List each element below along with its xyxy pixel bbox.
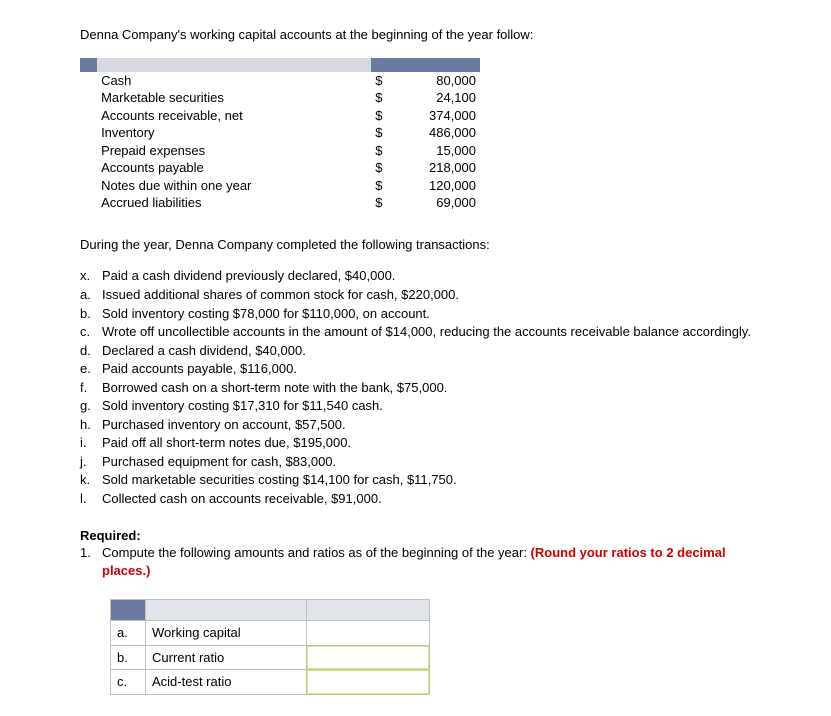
transaction-text: Purchased equipment for cash, $83,000. (102, 453, 751, 471)
accounts-row: Accounts payable$218,000 (80, 159, 480, 177)
currency-sign: $ (371, 159, 385, 177)
currency-sign: $ (371, 89, 385, 107)
account-value: 15,000 (384, 142, 480, 160)
transaction-text: Paid accounts payable, $116,000. (102, 360, 751, 378)
accounts-row: Accounts receivable, net$374,000 (80, 107, 480, 125)
accounts-row: Inventory$486,000 (80, 124, 480, 142)
account-value: 24,100 (384, 89, 480, 107)
list-bullet: k. (80, 471, 102, 489)
account-value: 80,000 (384, 72, 480, 90)
account-label: Cash (97, 72, 371, 90)
transaction-text: Sold inventory costing $17,310 for $11,5… (102, 397, 751, 415)
currency-sign: $ (371, 107, 385, 125)
account-label: Inventory (97, 124, 371, 142)
list-bullet: 1. (80, 544, 102, 579)
required-text: Compute the following amounts and ratios… (102, 544, 751, 579)
transaction-item: c.Wrote off uncollectible accounts in th… (80, 323, 751, 342)
required-heading: Required: (80, 527, 751, 545)
transaction-item: f.Borrowed cash on a short-term note wit… (80, 379, 751, 398)
account-label: Accounts payable (97, 159, 371, 177)
currency-sign: $ (371, 177, 385, 195)
list-bullet: f. (80, 379, 102, 397)
account-value: 218,000 (384, 159, 480, 177)
list-bullet: d. (80, 342, 102, 360)
answer-label: Current ratio (146, 645, 307, 670)
answer-label: Acid-test ratio (146, 670, 307, 695)
list-bullet: g. (80, 397, 102, 415)
transaction-item: h.Purchased inventory on account, $57,50… (80, 416, 751, 435)
currency-sign: $ (371, 72, 385, 90)
transaction-text: Collected cash on accounts receivable, $… (102, 490, 751, 508)
transaction-item: b.Sold inventory costing $78,000 for $11… (80, 305, 751, 324)
accounts-row: Marketable securities$24,100 (80, 89, 480, 107)
required-item: 1. Compute the following amounts and rat… (80, 544, 751, 579)
list-bullet: x. (80, 267, 102, 285)
answer-letter: c. (111, 670, 146, 695)
answer-header-bar (111, 600, 430, 621)
account-value: 374,000 (384, 107, 480, 125)
accounts-row: Prepaid expenses$15,000 (80, 142, 480, 160)
transaction-item: a.Issued additional shares of common sto… (80, 286, 751, 305)
transaction-text: Paid off all short-term notes due, $195,… (102, 434, 751, 452)
currency-sign: $ (371, 142, 385, 160)
required-list: 1. Compute the following amounts and rat… (80, 544, 751, 579)
currency-sign: $ (371, 124, 385, 142)
transaction-text: Sold inventory costing $78,000 for $110,… (102, 305, 751, 323)
list-bullet: e. (80, 360, 102, 378)
answer-row: c. Acid-test ratio (111, 670, 430, 695)
working-capital-input[interactable] (307, 621, 430, 646)
accounts-row: Notes due within one year$120,000 (80, 177, 480, 195)
accounts-row: Accrued liabilities$69,000 (80, 194, 480, 212)
transaction-item: i.Paid off all short-term notes due, $19… (80, 434, 751, 453)
account-label: Prepaid expenses (97, 142, 371, 160)
accounts-table: Cash$80,000 Marketable securities$24,100… (80, 58, 480, 212)
transaction-item: e.Paid accounts payable, $116,000. (80, 360, 751, 379)
transaction-text: Wrote off uncollectible accounts in the … (102, 323, 751, 341)
answer-letter: a. (111, 621, 146, 646)
account-value: 486,000 (384, 124, 480, 142)
list-bullet: i. (80, 434, 102, 452)
answer-label: Working capital (146, 621, 307, 646)
answer-table: a. Working capital b. Current ratio c. A… (110, 599, 430, 695)
transactions-intro: During the year, Denna Company completed… (80, 236, 751, 254)
transaction-text: Borrowed cash on a short-term note with … (102, 379, 751, 397)
account-label: Accounts receivable, net (97, 107, 371, 125)
transaction-text: Issued additional shares of common stock… (102, 286, 751, 304)
list-bullet: l. (80, 490, 102, 508)
account-label: Accrued liabilities (97, 194, 371, 212)
current-ratio-input[interactable] (307, 645, 430, 670)
list-bullet: b. (80, 305, 102, 323)
accounts-header-bar (80, 58, 480, 72)
account-label: Marketable securities (97, 89, 371, 107)
transaction-text: Paid a cash dividend previously declared… (102, 267, 751, 285)
transaction-text: Sold marketable securities costing $14,1… (102, 471, 751, 489)
account-label: Notes due within one year (97, 177, 371, 195)
transaction-item: j.Purchased equipment for cash, $83,000. (80, 453, 751, 472)
account-value: 69,000 (384, 194, 480, 212)
transaction-item: k.Sold marketable securities costing $14… (80, 471, 751, 490)
list-bullet: a. (80, 286, 102, 304)
accounts-row: Cash$80,000 (80, 72, 480, 90)
answer-row: a. Working capital (111, 621, 430, 646)
list-bullet: c. (80, 323, 102, 341)
answer-letter: b. (111, 645, 146, 670)
account-value: 120,000 (384, 177, 480, 195)
answer-row: b. Current ratio (111, 645, 430, 670)
transaction-text: Declared a cash dividend, $40,000. (102, 342, 751, 360)
transaction-item: g.Sold inventory costing $17,310 for $11… (80, 397, 751, 416)
transaction-item: d.Declared a cash dividend, $40,000. (80, 342, 751, 361)
currency-sign: $ (371, 194, 385, 212)
list-bullet: h. (80, 416, 102, 434)
transaction-item: l.Collected cash on accounts receivable,… (80, 490, 751, 509)
list-bullet: j. (80, 453, 102, 471)
acid-test-ratio-input[interactable] (307, 670, 430, 695)
intro-text: Denna Company's working capital accounts… (80, 26, 751, 44)
transaction-text: Purchased inventory on account, $57,500. (102, 416, 751, 434)
required-text-plain: Compute the following amounts and ratios… (102, 545, 531, 560)
transactions-list: x.Paid a cash dividend previously declar… (80, 267, 751, 508)
transaction-item: x.Paid a cash dividend previously declar… (80, 267, 751, 286)
